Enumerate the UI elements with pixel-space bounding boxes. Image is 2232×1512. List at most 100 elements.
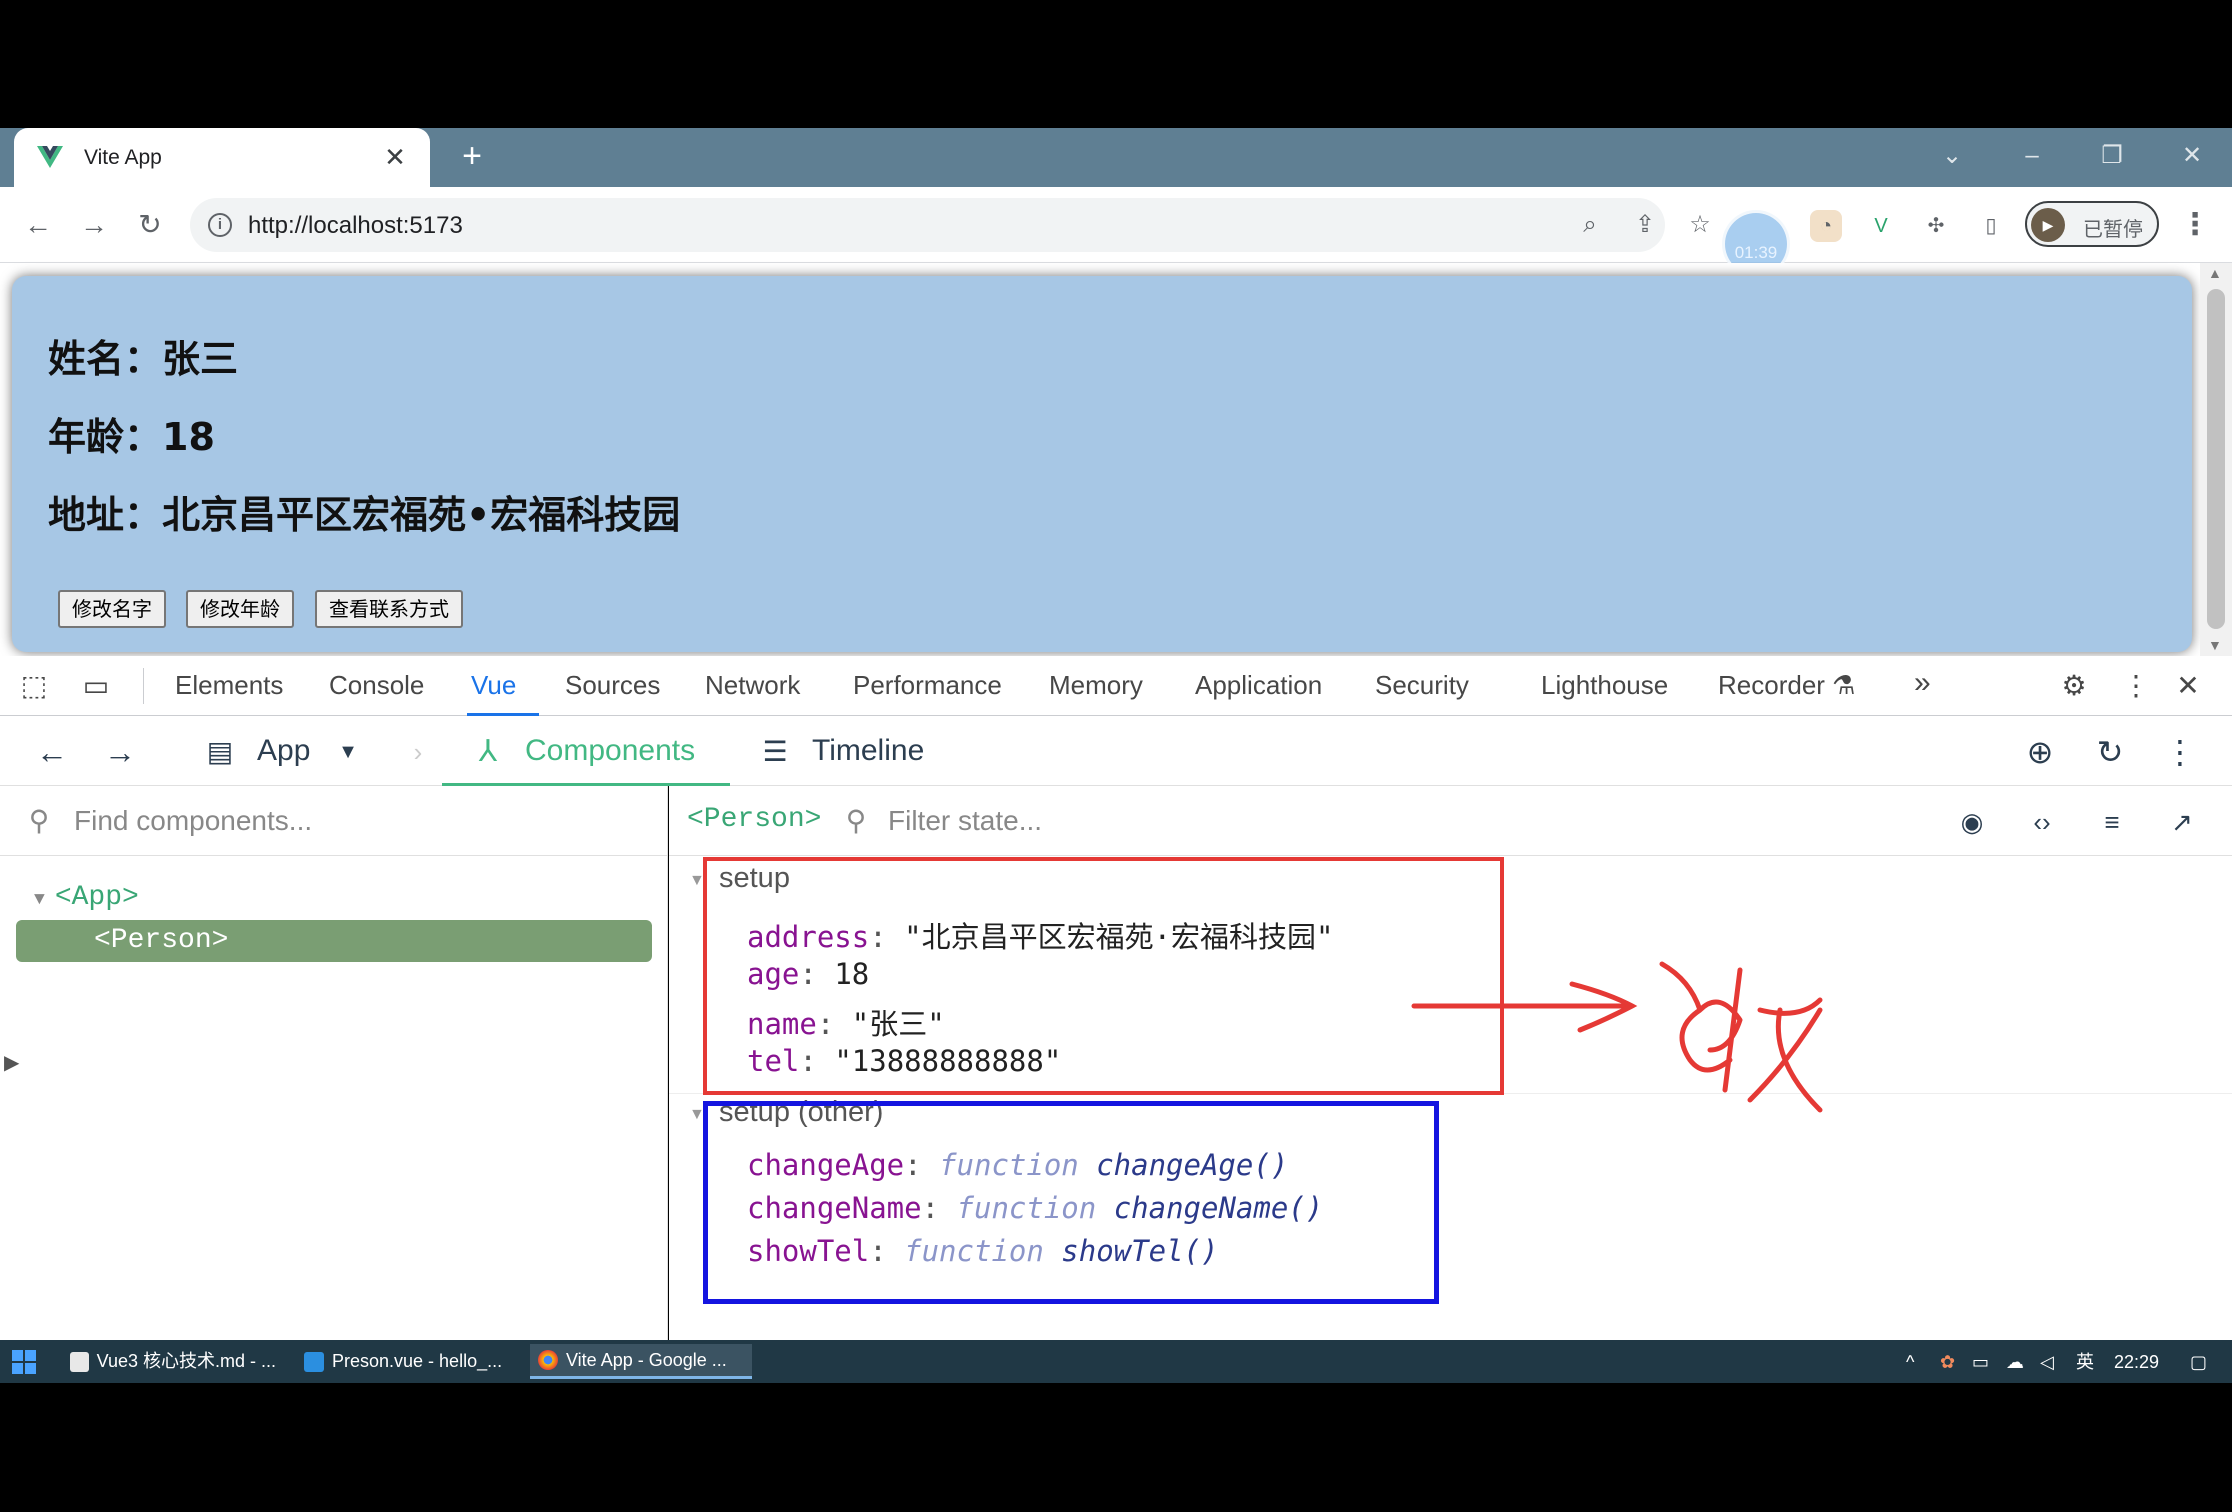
taskbar-item-label: Preson.vue - hello_... — [332, 1351, 503, 1371]
timeline-icon[interactable]: ☰ — [755, 732, 795, 772]
taskbar-item-typora[interactable]: Vue3 核心技术.md - ... — [62, 1344, 284, 1379]
chevron-right-icon: › — [413, 737, 423, 767]
typora-icon — [70, 1351, 89, 1372]
change-age-button[interactable]: 修改年龄 — [186, 590, 294, 628]
app-selector[interactable]: App — [257, 734, 310, 768]
profile-status: 已暂停 — [2083, 219, 2143, 241]
devtools-tab-bar: ⬚ ▭ Elements Console Vue Sources Network… — [0, 656, 2232, 716]
tab-sources[interactable]: Sources — [565, 670, 660, 701]
back-arrow-icon[interactable]: ← — [32, 732, 72, 772]
side-panel-icon[interactable]: ▯ — [1975, 210, 2007, 242]
tab-memory[interactable]: Memory — [1049, 670, 1143, 701]
inspect-element-icon[interactable]: ⬚ — [16, 668, 52, 704]
search-icon: ⚲ — [28, 805, 50, 836]
taskbar-item-label: Vite App - Google ... — [566, 1349, 727, 1370]
vscode-icon — [304, 1351, 324, 1372]
tree-node-app[interactable]: ▼ <App> — [34, 882, 139, 913]
scroll-down-icon[interactable]: ▼ — [2208, 637, 2222, 653]
volume-icon[interactable]: ◁ — [2040, 1350, 2054, 1374]
scroll-up-icon[interactable]: ▲ — [2208, 265, 2222, 281]
caret-right-icon[interactable]: ▶ — [4, 1050, 19, 1075]
url-text[interactable]: http://localhost:5173 — [248, 212, 463, 240]
caret-down-icon[interactable]: ▼ — [34, 890, 45, 910]
refresh-icon[interactable]: ↻ — [2090, 732, 2130, 772]
forward-arrow-icon[interactable]: → — [100, 732, 140, 772]
network-icon[interactable]: ▭ — [1972, 1350, 1989, 1374]
bookmark-star-icon[interactable]: ☆ — [1685, 210, 1715, 240]
browser-tab[interactable]: Vite App ✕ — [14, 128, 430, 187]
tab-title: Vite App — [84, 145, 162, 169]
browser-menu-icon[interactable]: ⋮ — [2180, 207, 2210, 243]
handwritten-arrow-annotation — [1411, 961, 1823, 1113]
app-icon[interactable]: ▤ — [200, 732, 240, 772]
windows-start-icon[interactable] — [12, 1350, 36, 1374]
tray-chevron-icon[interactable]: ^ — [1906, 1350, 1914, 1374]
tab-application[interactable]: Application — [1195, 670, 1322, 701]
change-name-button[interactable]: 修改名字 — [58, 590, 166, 628]
open-external-icon[interactable]: ↗ — [2162, 802, 2202, 842]
page-viewport: 姓名：张三 年龄：18 地址：北京昌平区宏福苑•宏福科技园 修改名字 修改年龄 … — [0, 263, 2232, 656]
show-tel-button[interactable]: 查看联系方式 — [315, 590, 463, 628]
selected-component-name: <Person> — [687, 804, 822, 835]
device-toolbar-icon[interactable]: ▭ — [78, 668, 114, 704]
select-component-icon[interactable]: ⊕ — [2020, 732, 2060, 772]
taskbar-item-vscode[interactable]: Preson.vue - hello_... — [296, 1344, 518, 1379]
new-tab-button[interactable]: + — [452, 136, 492, 176]
devtools-close-icon[interactable]: ✕ — [2170, 668, 2206, 704]
filter-state-input[interactable] — [888, 802, 1388, 840]
tab-performance[interactable]: Performance — [853, 670, 1002, 701]
scrollbar-thumb[interactable] — [2207, 289, 2225, 629]
site-info-icon[interactable]: i — [208, 213, 232, 237]
more-options-icon[interactable]: ⋮ — [2160, 732, 2200, 772]
window-close-icon[interactable]: ✕ — [2172, 136, 2212, 176]
find-components-input[interactable] — [74, 802, 634, 840]
tab-close-icon[interactable]: ✕ — [380, 142, 410, 173]
tab-search-icon[interactable]: ⌄ — [1932, 136, 1972, 176]
age-text: 年龄：18 — [48, 415, 215, 459]
taskbar-item-label: Vue3 核心技术.md - ... — [96, 1351, 276, 1371]
tab-components[interactable]: Components — [525, 734, 695, 768]
page-scrollbar[interactable]: ▲ ▼ — [2200, 263, 2232, 656]
clock[interactable]: 22:29 — [2114, 1350, 2159, 1374]
code-icon[interactable]: ‹› — [2022, 802, 2062, 842]
tab-network[interactable]: Network — [705, 670, 800, 701]
divider — [143, 668, 144, 704]
minimize-icon[interactable]: – — [2012, 136, 2052, 176]
devtools-settings-icon[interactable]: ⚙ — [2056, 668, 2092, 704]
eye-icon[interactable]: ◉ — [1952, 802, 1992, 842]
restore-icon[interactable]: ❐ — [2092, 136, 2132, 176]
tab-lighthouse[interactable]: Lighthouse — [1541, 670, 1668, 701]
extensions-puzzle-icon[interactable]: ✣ — [1920, 210, 1952, 242]
tab-security[interactable]: Security — [1375, 670, 1469, 701]
back-icon[interactable]: ← — [20, 207, 56, 243]
profile-button[interactable]: ▶ 已暂停 — [2025, 201, 2159, 247]
flask-icon: ⚗ — [1832, 670, 1856, 700]
blue-highlight-box — [703, 1101, 1439, 1304]
tray-app-icon[interactable]: ✿ — [1940, 1350, 1955, 1374]
tab-console[interactable]: Console — [329, 670, 424, 701]
devtools-menu-icon[interactable]: ⋮ — [2118, 668, 2154, 704]
tab-vue[interactable]: Vue — [471, 670, 516, 701]
more-tabs-icon[interactable]: » — [1914, 666, 1931, 700]
avatar: ▶ — [2031, 208, 2065, 242]
ime-indicator[interactable]: 英 — [2076, 1350, 2094, 1374]
vue-devtools-extension-icon[interactable]: V — [1865, 210, 1897, 242]
state-header: <Person> ⚲ ◉ ‹› ≡ ↗ — [669, 786, 2232, 856]
address-bar[interactable]: i http://localhost:5173 ⌕ ⇪ — [190, 198, 1665, 252]
reload-icon[interactable]: ↻ — [132, 207, 168, 243]
tree-node-person[interactable]: <Person> — [16, 920, 652, 962]
tab-recorder[interactable]: Recorder — [1718, 670, 1825, 701]
address-text: 地址：北京昌平区宏福苑•宏福科技园 — [48, 493, 681, 537]
tab-timeline[interactable]: Timeline — [812, 734, 924, 768]
onedrive-icon[interactable]: ☁ — [2006, 1350, 2024, 1374]
tab-elements[interactable]: Elements — [175, 670, 283, 701]
taskbar-item-chrome[interactable]: Vite App - Google ... — [530, 1344, 752, 1379]
chevron-down-icon[interactable]: ▼ — [328, 732, 368, 772]
collapse-icon[interactable]: ≡ — [2092, 802, 2132, 842]
notification-icon[interactable]: ▢ — [2190, 1350, 2207, 1374]
components-icon[interactable]: ⅄ — [468, 732, 508, 772]
forward-icon[interactable]: → — [76, 207, 112, 243]
zoom-icon[interactable]: ⌕ — [1575, 210, 1605, 240]
share-icon[interactable]: ⇪ — [1630, 210, 1660, 240]
extension-icon[interactable]: ◔ — [1810, 210, 1842, 242]
